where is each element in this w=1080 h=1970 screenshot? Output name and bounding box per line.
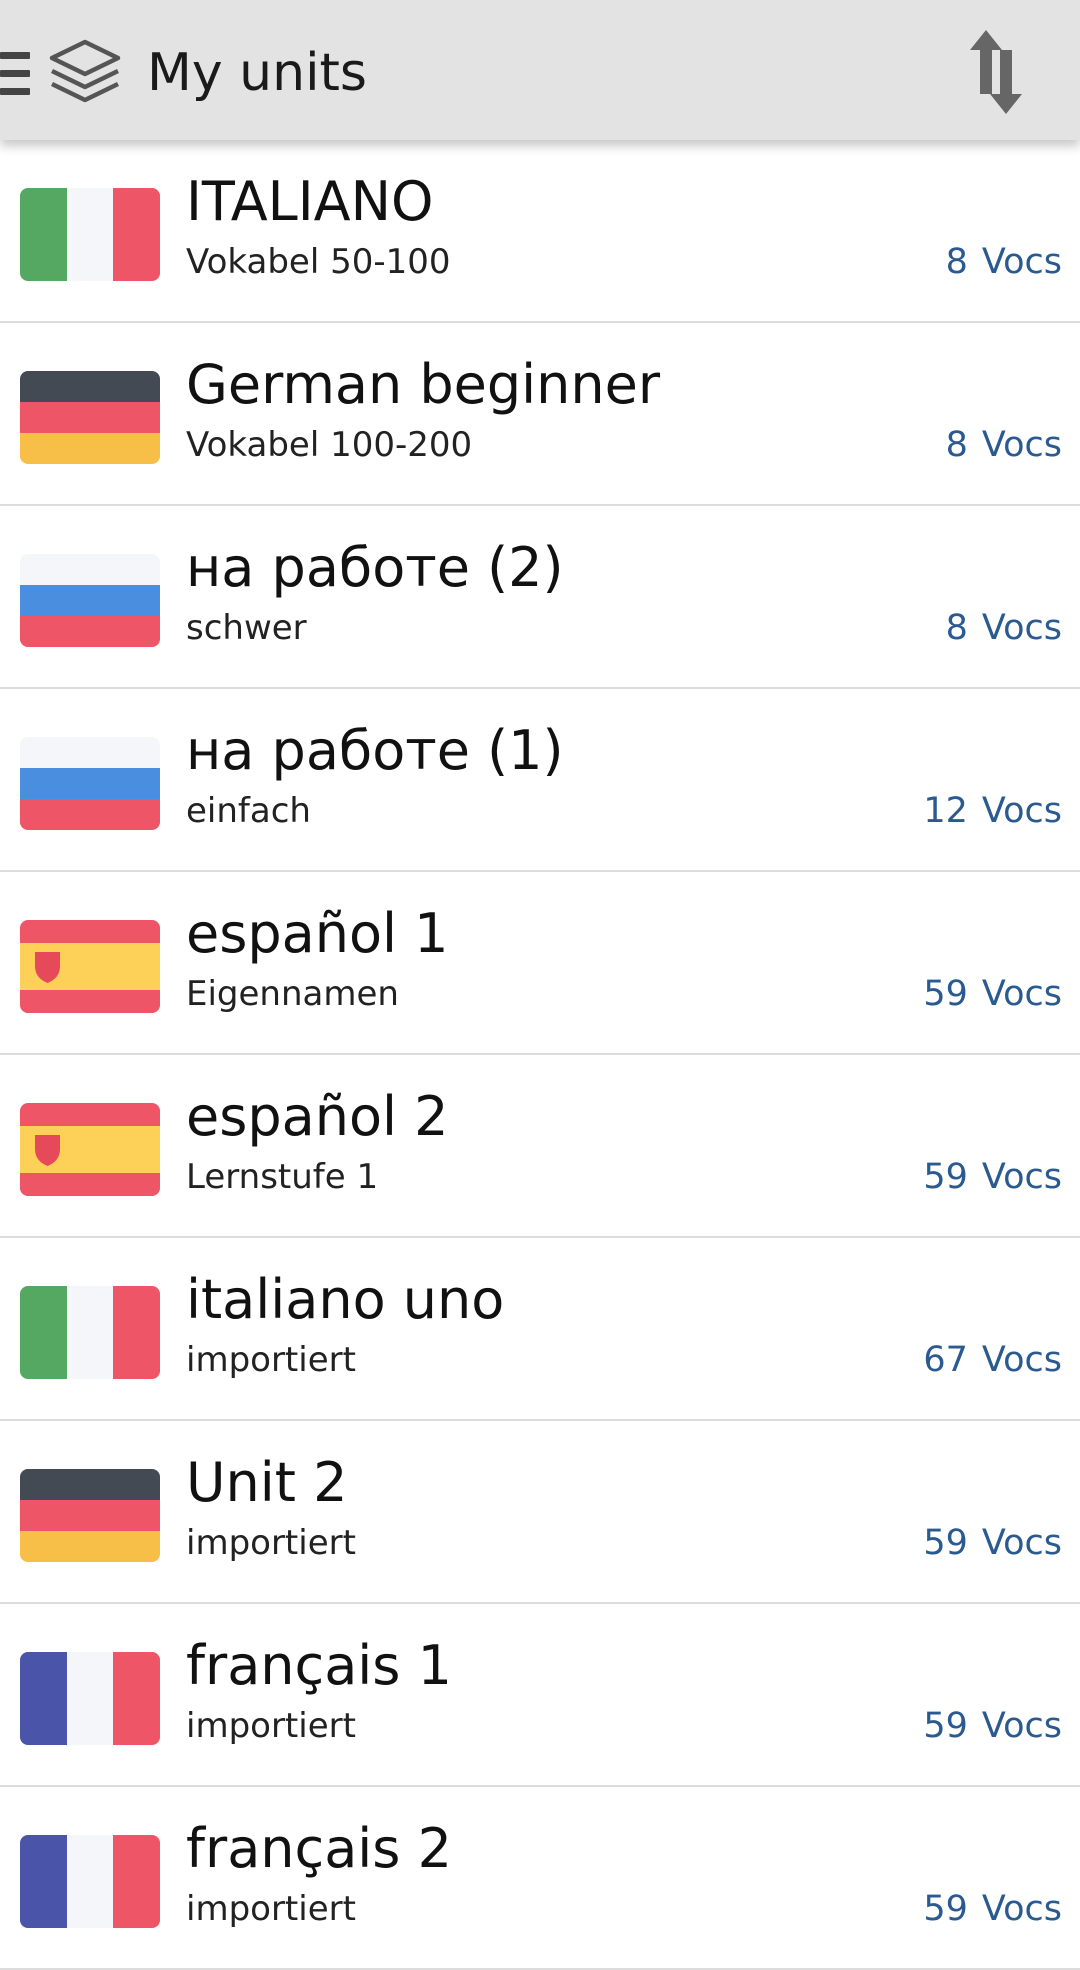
unit-list: ITALIANO Vokabel 50-100 8 Vocs German beg… <box>0 140 1080 1970</box>
vocab-count-label: Vocs <box>981 1523 1062 1563</box>
unit-subtitle: Vokabel 100-200 <box>186 425 473 465</box>
unit-subtitle: importiert <box>186 1706 356 1746</box>
unit-title: italiano uno <box>186 1268 505 1331</box>
unit-row-3[interactable]: на работе (2) schwer 8 Vocs <box>0 506 1080 689</box>
unit-title: español 2 <box>186 1085 449 1148</box>
vocab-count: 59 Vocs <box>923 1155 1062 1199</box>
vocab-count: 67 Vocs <box>923 1338 1062 1382</box>
unit-title: français 2 <box>186 1817 452 1880</box>
italy-flag-icon <box>20 188 160 281</box>
unit-subtitle: Eigennamen <box>186 974 399 1014</box>
spain-flag-icon <box>20 1103 160 1196</box>
sort-arrows-icon[interactable] <box>968 30 1024 114</box>
france-flag-icon <box>20 1835 160 1928</box>
italy-flag-icon <box>20 1286 160 1379</box>
unit-row-9[interactable]: français 1 importiert 59 Vocs <box>0 1604 1080 1787</box>
unit-subtitle: Vokabel 50-100 <box>186 242 451 282</box>
vocab-count-number: 67 <box>923 1340 968 1380</box>
unit-title: на работе (2) <box>186 536 564 599</box>
page-title: My units <box>147 43 368 103</box>
vocab-count-label: Vocs <box>981 1889 1062 1929</box>
unit-title: ITALIANO <box>186 170 434 233</box>
unit-subtitle: Lernstufe 1 <box>186 1157 379 1197</box>
unit-subtitle: schwer <box>186 608 307 648</box>
germany-flag-icon <box>20 371 160 464</box>
vocab-count-number: 59 <box>923 1706 968 1746</box>
unit-row-7[interactable]: italiano uno importiert 67 Vocs <box>0 1238 1080 1421</box>
unit-row-2[interactable]: German beginner Vokabel 100-200 8 Vocs <box>0 323 1080 506</box>
vocab-count-number: 59 <box>923 1523 968 1563</box>
vocab-count-number: 59 <box>923 1157 968 1197</box>
vocab-count-label: Vocs <box>981 1340 1062 1380</box>
unit-row-10[interactable]: français 2 importiert 59 Vocs <box>0 1787 1080 1970</box>
vocab-count: 59 Vocs <box>923 1887 1062 1931</box>
vocab-count-number: 59 <box>923 1889 968 1929</box>
unit-title: German beginner <box>186 353 661 416</box>
vocab-count-number: 59 <box>923 974 968 1014</box>
unit-row-8[interactable]: Unit 2 importiert 59 Vocs <box>0 1421 1080 1604</box>
unit-subtitle: importiert <box>186 1889 356 1929</box>
vocab-count-label: Vocs <box>981 974 1062 1014</box>
vocab-count-label: Vocs <box>981 425 1062 465</box>
unit-subtitle: einfach <box>186 791 311 831</box>
vocab-count-label: Vocs <box>981 242 1062 282</box>
vocab-count-number: 8 <box>945 425 968 465</box>
vocab-count-number: 8 <box>945 608 968 648</box>
vocab-count: 59 Vocs <box>923 1521 1062 1565</box>
vocab-count: 59 Vocs <box>923 1704 1062 1748</box>
vocab-count-label: Vocs <box>981 791 1062 831</box>
spain-flag-icon <box>20 920 160 1013</box>
layers-icon <box>49 39 121 103</box>
vocab-count-label: Vocs <box>981 1157 1062 1197</box>
unit-title: français 1 <box>186 1634 452 1697</box>
vocab-count: 12 Vocs <box>923 789 1062 833</box>
unit-title: Unit 2 <box>186 1451 348 1514</box>
vocab-count: 59 Vocs <box>923 972 1062 1016</box>
vocab-count-number: 8 <box>945 242 968 282</box>
vocab-count: 8 Vocs <box>946 606 1062 650</box>
vocab-count: 8 Vocs <box>946 423 1062 467</box>
unit-row-6[interactable]: español 2 Lernstufe 1 59 Vocs <box>0 1055 1080 1238</box>
unit-title: на работе (1) <box>186 719 564 782</box>
unit-row-5[interactable]: español 1 Eigennamen 59 Vocs <box>0 872 1080 1055</box>
russia-flag-icon <box>20 737 160 830</box>
unit-row-1[interactable]: ITALIANO Vokabel 50-100 8 Vocs <box>0 140 1080 323</box>
germany-flag-icon <box>20 1469 160 1562</box>
france-flag-icon <box>20 1652 160 1745</box>
unit-title: español 1 <box>186 902 449 965</box>
vocab-count: 8 Vocs <box>946 240 1062 284</box>
app-bar: My units <box>0 0 1080 140</box>
russia-flag-icon <box>20 554 160 647</box>
vocab-count-label: Vocs <box>981 608 1062 648</box>
unit-row-4[interactable]: на работе (1) einfach 12 Vocs <box>0 689 1080 872</box>
unit-subtitle: importiert <box>186 1523 356 1563</box>
vocab-count-number: 12 <box>923 791 968 831</box>
unit-subtitle: importiert <box>186 1340 356 1380</box>
vocab-count-label: Vocs <box>981 1706 1062 1746</box>
hamburger-menu-icon[interactable] <box>0 52 30 96</box>
